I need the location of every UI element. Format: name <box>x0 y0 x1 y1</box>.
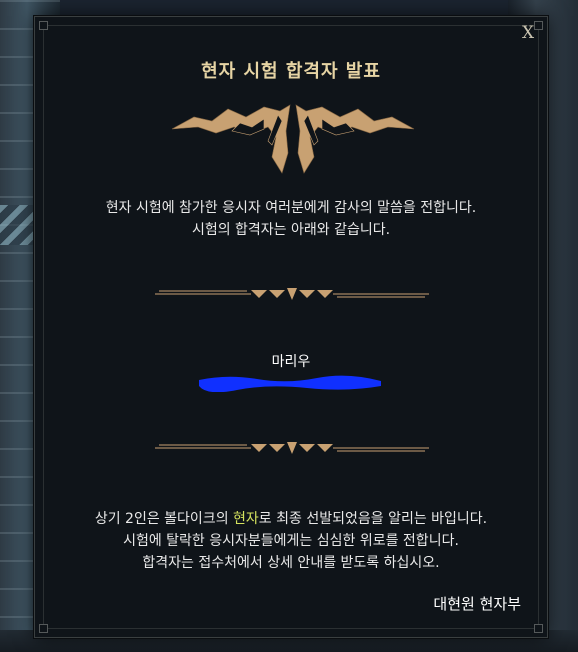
winner-name: 마리우 <box>271 354 311 370</box>
result-line: 상기 2인은 볼다이크의 현자로 최종 선발되었음을 알리는 바입니다. <box>35 508 547 530</box>
result-line: 시험에 탈락한 응시자분들에게는 심심한 위로를 전합니다. <box>123 533 459 549</box>
corner-ornament <box>39 21 48 30</box>
sage-highlight: 현자 <box>233 511 259 527</box>
result-line: 합격자는 접수처에서 상세 안내를 받도록 하십시오. <box>142 555 440 571</box>
redacted-name-scribble <box>199 375 381 392</box>
announcement-dialog: X 현자 시험 합격자 발표 현자 시험에 참가한 응시자 여러분에게 감사의 … <box>34 16 548 638</box>
signature: 대현원 현자부 <box>433 595 521 613</box>
intro-text: 현자 시험에 참가한 응시자 여러분에게 감사의 말씀을 전합니다. 시험의 합… <box>35 197 547 241</box>
corner-ornament <box>39 624 48 633</box>
close-button[interactable]: X <box>519 23 537 43</box>
intro-line: 시험의 합격자는 아래와 같습니다. <box>191 222 391 238</box>
intro-line: 현자 시험에 참가한 응시자 여러분에게 감사의 말씀을 전합니다. <box>105 200 477 216</box>
ornamental-divider <box>155 442 429 454</box>
winged-emblem-icon <box>171 104 415 174</box>
dialog-title: 현자 시험 합격자 발표 <box>201 61 381 82</box>
result-text-segment: 상기 2인은 볼다이크의 <box>94 511 234 527</box>
result-text-segment: 로 최종 선발되었음을 알리는 바입니다. <box>258 511 488 527</box>
ornamental-divider <box>155 288 429 300</box>
corner-ornament <box>534 624 543 633</box>
result-text: 상기 2인은 볼다이크의 현자로 최종 선발되었음을 알리는 바입니다. 시험에… <box>35 508 547 574</box>
